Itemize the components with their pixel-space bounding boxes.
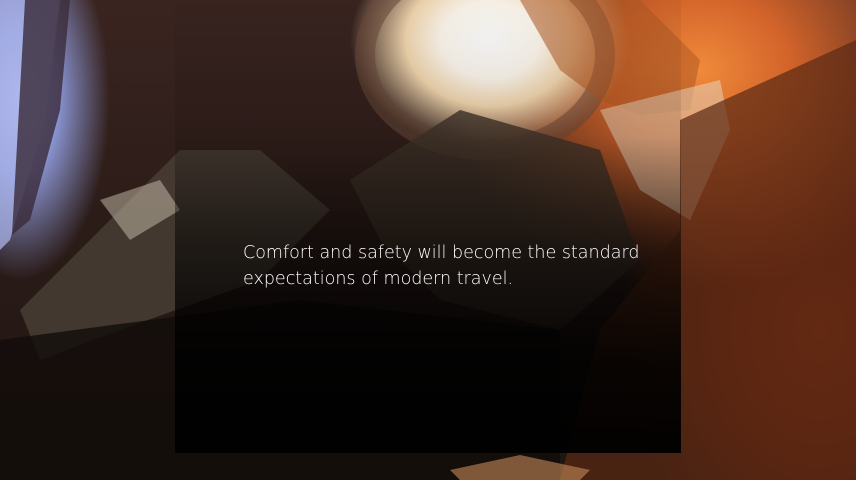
hero-section: Comfort and safety will become the stand… xyxy=(0,0,856,480)
text-overlay-panel xyxy=(175,0,681,453)
hero-quote: Comfort and safety will become the stand… xyxy=(243,243,640,289)
